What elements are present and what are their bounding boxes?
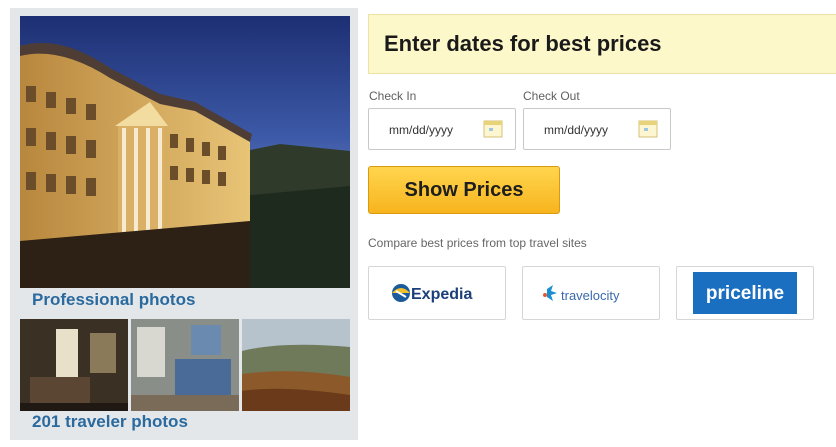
check-in-label: Check In — [369, 89, 417, 103]
calendar-icon[interactable] — [483, 120, 503, 138]
expedia-button[interactable]: Expedia — [368, 266, 506, 320]
travelocity-button[interactable]: travelocity — [522, 266, 660, 320]
expedia-text: Expedia — [411, 286, 472, 303]
check-out-label: Check Out — [523, 89, 580, 103]
travelocity-logo: travelocity — [543, 285, 620, 303]
photo-panel: Professional photos 201 traveler photos — [10, 8, 358, 440]
check-in-input[interactable]: mm/dd/yyyy — [368, 108, 516, 150]
banner-title: Enter dates for best prices — [384, 31, 662, 56]
traveler-photo-thumbnail[interactable] — [20, 319, 128, 411]
professional-photos-link[interactable]: Professional photos — [32, 290, 195, 310]
expedia-logo: Expedia — [392, 284, 472, 303]
traveler-thumbnails — [20, 319, 350, 411]
travelocity-text: travelocity — [561, 288, 620, 303]
show-prices-button[interactable]: Show Prices — [368, 166, 560, 214]
traveler-photo-thumbnail[interactable] — [131, 319, 239, 411]
dates-banner: Enter dates for best prices — [368, 14, 836, 74]
check-in-placeholder: mm/dd/yyyy — [389, 123, 454, 137]
priceline-button[interactable]: priceline — [676, 266, 814, 320]
check-out-input[interactable]: mm/dd/yyyy — [523, 108, 671, 150]
priceline-logo: priceline — [693, 272, 797, 314]
main-hotel-photo[interactable] — [20, 16, 350, 288]
calendar-icon[interactable] — [638, 120, 658, 138]
traveler-photo-thumbnail[interactable] — [242, 319, 350, 411]
compare-text: Compare best prices from top travel site… — [368, 236, 587, 250]
priceline-text: priceline — [706, 283, 784, 304]
traveler-photos-link[interactable]: 201 traveler photos — [32, 412, 188, 432]
check-out-placeholder: mm/dd/yyyy — [544, 123, 609, 137]
